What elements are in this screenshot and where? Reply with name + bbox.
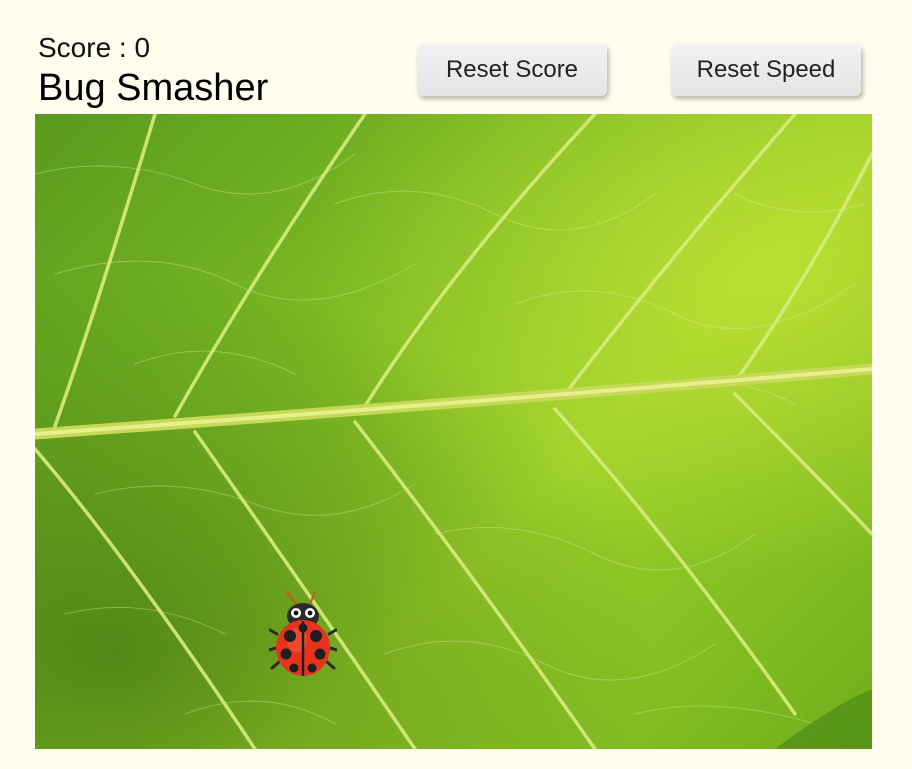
game-canvas[interactable]: [35, 114, 872, 749]
game-page: Score : 0 Bug Smasher Reset Score Reset …: [0, 0, 912, 769]
ladybug-icon[interactable]: [269, 588, 337, 680]
reset-score-button[interactable]: Reset Score: [417, 44, 607, 96]
leaf-background: [35, 114, 872, 749]
game-title: Bug Smasher: [38, 67, 269, 109]
score-display: Score : 0: [38, 32, 151, 63]
reset-speed-button[interactable]: Reset Speed: [671, 44, 861, 96]
